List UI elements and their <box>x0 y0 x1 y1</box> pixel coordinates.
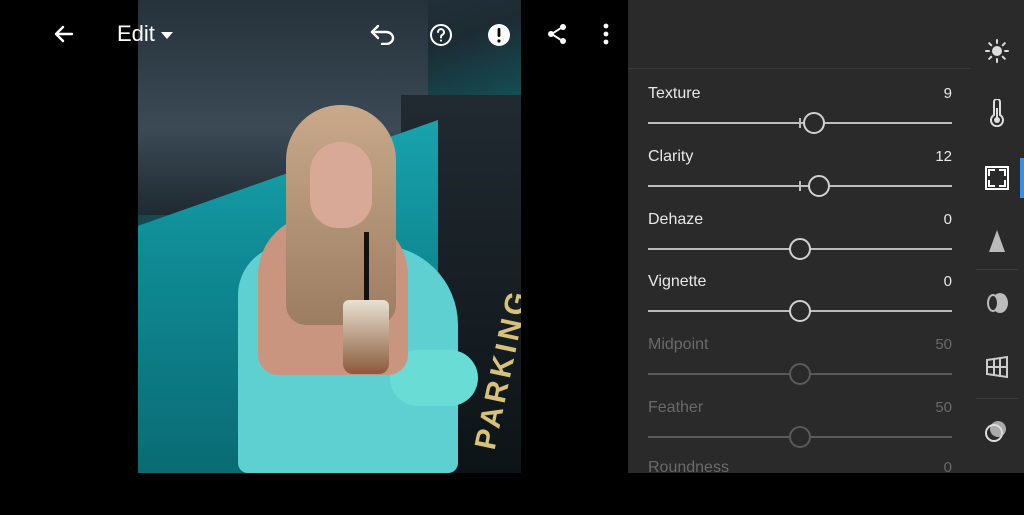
photo-canvas[interactable]: PARKING <box>138 0 521 473</box>
slider-knob[interactable] <box>802 112 825 134</box>
geometry-icon[interactable] <box>982 352 1012 382</box>
slider-row-midpoint: Midpoint 50 <box>648 336 952 392</box>
slider-value: 9 <box>943 85 952 102</box>
edit-mode-label: Edit <box>117 21 155 46</box>
color-temperature-icon[interactable] <box>982 98 1012 128</box>
effects-icon[interactable] <box>982 163 1012 193</box>
rail-divider <box>976 269 1018 270</box>
slider-row-dehaze[interactable]: Dehaze 0 <box>648 211 952 267</box>
slider-label: Roundness <box>648 459 729 476</box>
slider-center-tick <box>799 181 801 191</box>
slider-knob <box>789 426 811 448</box>
slider-row-feather: Feather 50 <box>648 399 952 455</box>
top-toolbar: Edit <box>0 0 628 68</box>
slider-knob[interactable] <box>789 300 811 322</box>
slider-label: Dehaze <box>648 211 704 228</box>
optics-icon[interactable] <box>982 288 1012 318</box>
panel-divider <box>628 68 970 69</box>
slider-knob[interactable] <box>807 175 830 197</box>
edit-mode-dropdown[interactable]: Edit <box>117 21 173 47</box>
slider-value: 0 <box>943 459 952 476</box>
more-vertical-icon[interactable] <box>596 21 616 47</box>
slider-label: Feather <box>648 399 704 416</box>
rail-divider <box>976 398 1018 399</box>
slider-value: 50 <box>935 336 952 353</box>
slider-value: 12 <box>935 148 952 165</box>
history-icon[interactable] <box>428 22 454 48</box>
photo-face <box>310 142 372 228</box>
slider-row-texture[interactable]: Texture 9 <box>648 85 952 141</box>
undo-icon[interactable] <box>368 20 398 48</box>
tool-rail <box>970 0 1024 473</box>
light-icon[interactable] <box>982 36 1012 66</box>
info-icon[interactable] <box>486 22 512 48</box>
photo-cup <box>343 300 389 374</box>
adjustments-panel: Texture 9 Clarity 12 Dehaze 0 Vignette 0… <box>628 0 970 476</box>
slider-value: 0 <box>943 211 952 228</box>
slider-label: Clarity <box>648 148 694 165</box>
slider-value: 50 <box>935 399 952 416</box>
active-tool-indicator <box>1020 158 1024 198</box>
presets-icon[interactable] <box>982 416 1012 446</box>
slider-center-tick <box>799 118 801 128</box>
back-arrow-icon[interactable] <box>50 20 78 48</box>
slider-row-roundness: Roundness 0 <box>648 459 952 515</box>
share-icon[interactable] <box>544 21 570 47</box>
slider-row-clarity[interactable]: Clarity 12 <box>648 148 952 204</box>
slider-knob[interactable] <box>789 238 811 260</box>
slider-value: 0 <box>943 273 952 290</box>
slider-label: Midpoint <box>648 336 709 353</box>
slider-label: Texture <box>648 85 701 102</box>
caret-down-icon <box>160 31 173 39</box>
slider-knob <box>789 363 811 385</box>
detail-icon[interactable] <box>982 226 1012 256</box>
slider-label: Vignette <box>648 273 707 290</box>
slider-row-vignette[interactable]: Vignette 0 <box>648 273 952 329</box>
photo-straw <box>364 232 369 304</box>
